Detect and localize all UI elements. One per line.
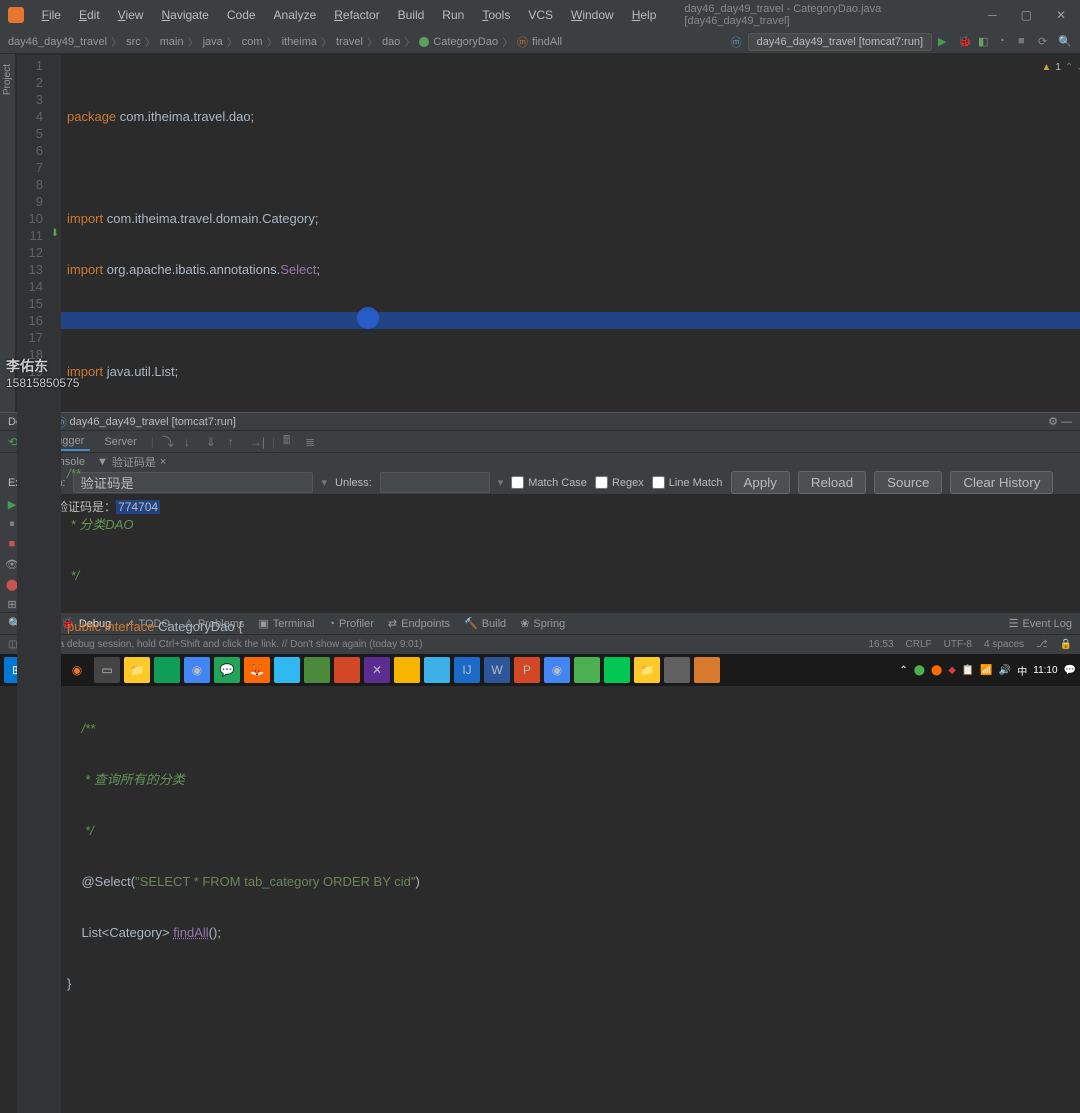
debug-button[interactable]: 🐞 [958, 35, 972, 49]
maven-icon: ⓜ [731, 34, 742, 50]
maximize-button[interactable]: ▢ [1015, 6, 1038, 24]
menu-navigate[interactable]: Navigate [153, 4, 216, 26]
breadcrumb: day46_day49_travel〉 src〉 main〉 java〉 com… [8, 34, 562, 50]
crumb[interactable]: java [203, 36, 223, 48]
profile-button[interactable]: ◔ [998, 35, 1012, 49]
stop-button[interactable]: ■ [1018, 35, 1032, 49]
crumb[interactable]: findAll [532, 36, 562, 48]
crumb[interactable]: com [242, 36, 263, 48]
title-bar: FFileile Edit View Navigate Code Analyze… [0, 0, 1080, 30]
menu-analyze[interactable]: Analyze [266, 4, 325, 26]
menu-edit[interactable]: Edit [71, 4, 108, 26]
method-icon: ⓜ [517, 34, 528, 50]
menu-file[interactable]: FFileile [34, 4, 69, 26]
menu-build[interactable]: Build [390, 4, 433, 26]
left-tool-stripe: Project [0, 54, 16, 412]
crumb[interactable]: dao [382, 36, 400, 48]
interface-icon [419, 37, 429, 47]
run-config-controls: ⓜ day46_day49_travel [tomcat7:run] ▶ 🐞 ◧… [731, 33, 1072, 51]
inspection-indicator[interactable]: ▲ 1 ⌃ ⌄ [1041, 59, 1080, 76]
menu-tools[interactable]: Tools [474, 4, 518, 26]
code-content[interactable]: package com.itheima.travel.dao; import c… [61, 55, 1080, 1113]
cursor-highlight-icon [357, 307, 379, 329]
line-gutter[interactable]: 12345678910111213141516171819 [17, 55, 49, 1113]
code-editor[interactable]: 12345678910111213141516171819 ⬇ package … [17, 55, 1080, 1113]
close-button[interactable]: ✕ [1050, 6, 1072, 24]
menu-help[interactable]: Help [624, 4, 665, 26]
update-button[interactable]: ⟳ [1038, 35, 1052, 49]
crumb[interactable]: travel [336, 36, 363, 48]
project-tool-tab[interactable]: Project [0, 60, 15, 99]
navigation-bar: day46_day49_travel〉 src〉 main〉 java〉 com… [0, 30, 1080, 54]
crumb[interactable]: day46_day49_travel [8, 36, 107, 48]
main-menu: FFileile Edit View Navigate Code Analyze… [34, 4, 665, 26]
menu-code[interactable]: Code [219, 4, 264, 26]
menu-run[interactable]: Run [434, 4, 472, 26]
menu-vcs[interactable]: VCS [520, 4, 561, 26]
search-everywhere-button[interactable]: 🔍 [1058, 35, 1072, 49]
editor-pane: applicationContext.xml× UserServiceImpl.… [17, 54, 1080, 412]
main-area: Project Project ▾ ⚙ ⋮ ▾day46_day49_trave… [0, 54, 1080, 412]
gutter-glyphs[interactable]: ⬇ [49, 55, 61, 1113]
menu-view[interactable]: View [110, 4, 152, 26]
crumb[interactable]: CategoryDao [433, 36, 498, 48]
intellij-logo-icon [8, 7, 24, 23]
run-button[interactable]: ▶ [938, 35, 952, 49]
minimize-button[interactable]: ─ [982, 6, 1003, 24]
run-config-selector[interactable]: day46_day49_travel [tomcat7:run] [748, 33, 932, 51]
crumb[interactable]: src [126, 36, 141, 48]
window-controls: ─ ▢ ✕ [982, 6, 1072, 24]
current-line-highlight [61, 312, 1080, 329]
implements-icon[interactable]: ⬇ [49, 225, 61, 242]
crumb[interactable]: itheima [282, 36, 317, 48]
warning-icon: ▲ [1041, 59, 1051, 76]
crumb[interactable]: main [160, 36, 184, 48]
menu-refactor[interactable]: Refactor [326, 4, 387, 26]
menu-window[interactable]: Window [563, 4, 622, 26]
window-title: day46_day49_travel - CategoryDao.java [d… [684, 3, 982, 27]
coverage-button[interactable]: ◧ [978, 35, 992, 49]
